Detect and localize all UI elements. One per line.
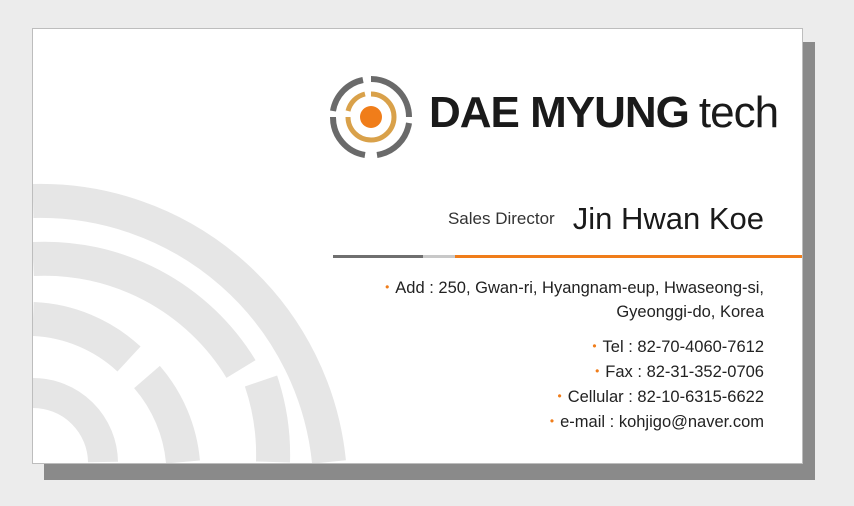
company-name-light: tech xyxy=(698,88,779,137)
business-card: DAE MYUNG tech Sales Director Jin Hwan Koe… xyxy=(32,28,803,464)
bullet-icon: • xyxy=(592,339,597,353)
contact-list: • Tel : 82-70-4060-7612 • Fax : 82-31-352-… xyxy=(294,334,764,434)
address-label: Add xyxy=(395,279,425,297)
company-name-bold: DAE MYUNG xyxy=(429,88,690,137)
address-line-1: • Add : 250, Gwan-ri, Hyangnam-eup, Hwase… xyxy=(385,279,764,297)
contact-cellular: • Cellular : 82-10-6315-6622 xyxy=(557,388,764,406)
fax-value: 82-31-352-0706 xyxy=(646,363,764,381)
divider-dark xyxy=(333,255,423,258)
company-name: DAE MYUNG tech xyxy=(429,88,779,137)
contact-email: • e-mail : kohjigo@naver.com xyxy=(549,413,764,431)
cellular-label: Cellular xyxy=(567,388,624,406)
divider-orange xyxy=(455,255,802,258)
divider-light xyxy=(423,255,455,258)
tel-value: 82-70-4060-7612 xyxy=(637,338,764,356)
email-label: e-mail xyxy=(560,413,606,431)
bullet-icon: • xyxy=(595,364,600,378)
address-line-2: Gyeonggi-do, Korea xyxy=(616,303,764,321)
person-name: Jin Hwan Koe xyxy=(572,201,764,236)
contact-fax: • Fax : 82-31-352-0706 xyxy=(595,363,764,381)
tel-label: Tel xyxy=(602,338,624,356)
bullet-icon: • xyxy=(549,414,555,428)
fax-label: Fax xyxy=(605,363,633,381)
contact-tel: • Tel : 82-70-4060-7612 xyxy=(592,338,764,356)
email-value: kohjigo@naver.com xyxy=(618,413,764,431)
logo-emblem-icon xyxy=(329,76,412,158)
contact-info: • Add : 250, Gwan-ri, Hyangnam-eup, Hwase… xyxy=(294,275,764,434)
job-title: Sales Director xyxy=(447,209,555,228)
address-value-1: 250, Gwan-ri, Hyangnam-eup, Hwaseong-si, xyxy=(438,279,764,297)
bullet-icon: • xyxy=(385,280,390,294)
person-heading: Sales Director Jin Hwan Koe xyxy=(448,201,764,237)
cellular-value: 82-10-6315-6622 xyxy=(637,388,764,406)
bullet-icon: • xyxy=(557,389,562,403)
